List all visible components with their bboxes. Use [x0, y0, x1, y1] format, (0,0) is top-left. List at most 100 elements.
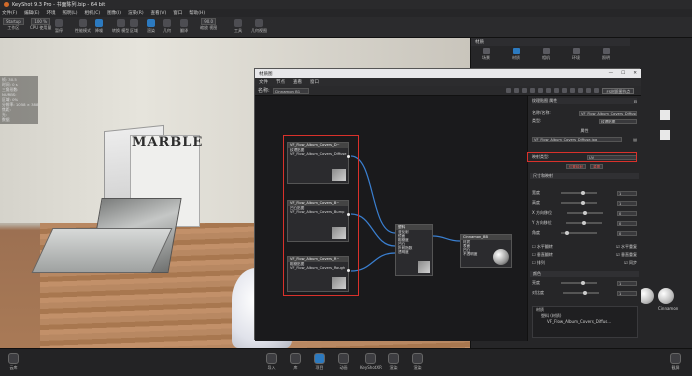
repeat-horizontal-checkbox[interactable]: ☑ 水平重复 — [616, 244, 637, 250]
menu-image[interactable]: 图像(I) — [107, 10, 121, 16]
node-output[interactable]: Cinnamon_BB 材质 表面 凹凸 不透明度 — [460, 234, 512, 268]
menu-view[interactable]: 查看(V) — [151, 10, 167, 16]
menu-environment[interactable]: 环境 — [46, 10, 55, 16]
performance-mode-button[interactable]: 性能模式 — [75, 19, 91, 34]
toolbar-icon-7[interactable] — [554, 88, 560, 93]
cloud-library-button[interactable]: 云库 — [8, 353, 19, 371]
swatch-white[interactable] — [660, 110, 670, 120]
swatch-white-2[interactable] — [660, 130, 670, 140]
folder-icon[interactable]: ▤ — [633, 137, 637, 142]
height-slider[interactable] — [560, 201, 597, 205]
mg-menu-view[interactable]: 查看 — [293, 79, 302, 85]
project-button[interactable]: 项目 — [314, 353, 325, 371]
zoom-field[interactable]: 90.0 缩放 视图 — [200, 18, 217, 31]
texture-file-field[interactable]: VF_Flow_Album_Covers_Diffuse.jpg — [532, 136, 622, 142]
material-name-field[interactable]: Cinnamon B1 — [272, 87, 309, 94]
tab-camera[interactable]: 相机 — [542, 47, 550, 61]
mg-menu-file[interactable]: 文件 — [259, 79, 268, 85]
menu-window[interactable]: 窗口 — [173, 10, 182, 16]
angle-field[interactable]: 0 — [617, 230, 637, 236]
menu-file[interactable]: 文件(F) — [2, 10, 17, 16]
x-shift-slider[interactable] — [566, 211, 603, 215]
tab-scene[interactable]: 场景 — [482, 47, 490, 61]
toolbar-icon-8[interactable] — [562, 88, 568, 93]
width-slider[interactable] — [560, 191, 597, 195]
toolbar-icon-12[interactable] — [594, 88, 600, 93]
repeat-vertical-checkbox[interactable]: ☑ 垂直重复 — [616, 252, 637, 258]
screenshot-button[interactable]: 截屏 — [670, 353, 681, 371]
convert-model-button[interactable]: 转换 模型 — [112, 19, 129, 34]
menu-help[interactable]: 帮助(H) — [189, 10, 205, 16]
menu-edit[interactable]: 编辑(E) — [24, 10, 39, 16]
close-icon[interactable]: ✕ — [633, 71, 637, 76]
x-shift-field[interactable]: 0 — [616, 210, 637, 216]
angle-slider[interactable] — [560, 231, 597, 235]
toolbar-icon-3[interactable] — [522, 88, 528, 93]
texture-type-dropdown[interactable]: 纹理贴图 — [599, 118, 637, 124]
cpu-usage-field[interactable]: 100 % CPU 使用量 — [30, 18, 51, 31]
keyshotxr-button[interactable]: KeyShotXR — [360, 353, 382, 370]
width-field[interactable]: 1 — [617, 190, 637, 196]
node-plastic-material[interactable]: 塑料 漫反射 镜面 粗糙度 凹凸 折射指数 透明度 — [395, 224, 433, 276]
flip-horizontal-checkbox[interactable]: ☐ 水平翻转 — [532, 244, 553, 250]
flip-vertical-checkbox[interactable]: ☐ 垂直翻转 — [532, 252, 553, 258]
texture-name-field[interactable]: VF_Flow_Album_Covers_Diffuse — [579, 110, 637, 116]
sync-checkbox[interactable]: ☑ 同步 — [624, 260, 637, 266]
reset-button[interactable]: 重置 — [590, 163, 604, 169]
camera-icon — [542, 47, 550, 54]
translate-button[interactable]: 翻译 — [180, 19, 188, 34]
import-button[interactable]: 导入 — [266, 353, 277, 371]
menu-camera[interactable]: 相机(C) — [85, 10, 101, 16]
mg-menu-node[interactable]: 节点 — [276, 79, 285, 85]
render-output-button[interactable]: 渲染 — [412, 353, 423, 371]
toolbar-icon-6[interactable] — [546, 88, 552, 93]
tab-lighting[interactable]: 照明 — [602, 47, 610, 61]
toolbar-icon-5[interactable] — [538, 88, 544, 93]
y-shift-slider[interactable] — [566, 221, 603, 225]
contrast-field[interactable]: 1 — [617, 290, 637, 296]
toolbar-icon-10[interactable] — [578, 88, 584, 93]
arrange-checkbox[interactable]: ☐ 排列 — [532, 260, 545, 266]
pause-button[interactable]: 暂停 — [55, 19, 63, 34]
tree-item-texture[interactable]: VF_Flow_Album_Covers_Diffus... — [533, 319, 637, 325]
tab-environment[interactable]: 环境 — [572, 47, 580, 61]
mg-menu-window[interactable]: 窗口 — [310, 79, 319, 85]
render-mode-button[interactable]: 渲染 — [147, 19, 155, 34]
node-rough-texture[interactable]: VF_Flow_Album_Covers_R~ 粗糙贴图 VF_Flow_Alb… — [287, 256, 350, 292]
size-mapping-section[interactable]: 尺寸和映射 — [530, 173, 639, 179]
y-shift-field[interactable]: 0 — [617, 220, 637, 226]
menu-render[interactable]: 渲染(R) — [128, 10, 144, 16]
output-port[interactable] — [347, 269, 350, 272]
color-section[interactable]: 颜色 — [530, 271, 639, 277]
region-button[interactable]: 区域 — [130, 19, 138, 34]
toolbar-icon-1[interactable] — [506, 88, 512, 93]
workspace-dropdown[interactable]: Startup 工作区 — [3, 18, 24, 31]
brightness-field[interactable]: 1 — [617, 280, 637, 286]
render-button[interactable]: 渲染 — [388, 353, 399, 371]
position-map-button[interactable]: 位置映射 — [565, 163, 587, 169]
node-graph-canvas[interactable]: VF_Flow_Album_Covers_D~ 纹理贴图 VF_Flow_Alb… — [255, 96, 527, 341]
denoise-button[interactable]: 降噪 — [95, 19, 103, 34]
output-port[interactable] — [347, 155, 350, 158]
output-port[interactable] — [347, 213, 350, 216]
geometry-button[interactable]: 几何 — [163, 19, 171, 34]
fs-node-button[interactable]: FS材质图节点 — [602, 87, 634, 94]
height-field[interactable]: 1 — [617, 200, 637, 206]
minimize-icon[interactable]: — — [609, 71, 614, 76]
toolbar-icon-9[interactable] — [570, 88, 576, 93]
maximize-icon[interactable]: ☐ — [621, 71, 625, 76]
geometry-view-button[interactable]: 几何视图 — [251, 19, 267, 34]
toolbar-icon-11[interactable] — [586, 88, 592, 93]
brightness-slider[interactable] — [560, 281, 597, 285]
contrast-slider[interactable] — [562, 291, 599, 295]
menu-lighting[interactable]: 照明(L) — [62, 10, 77, 16]
swatch-sphere-2[interactable] — [658, 288, 674, 304]
animation-button[interactable]: 动画 — [338, 353, 349, 371]
library-button[interactable]: 库 — [290, 353, 301, 371]
toolbar-icon-4[interactable] — [530, 88, 536, 93]
tab-material[interactable]: 材质 — [512, 47, 520, 61]
node-diffuse-texture[interactable]: VF_Flow_Album_Covers_D~ 纹理贴图 VF_Flow_Alb… — [287, 142, 350, 184]
tools-button[interactable]: 工具 — [234, 19, 242, 34]
node-bump-texture[interactable]: VF_Flow_Album_Covers_B~ 凹凸贴图 VF_Flow_Alb… — [287, 200, 350, 242]
toolbar-icon-2[interactable] — [514, 88, 520, 93]
